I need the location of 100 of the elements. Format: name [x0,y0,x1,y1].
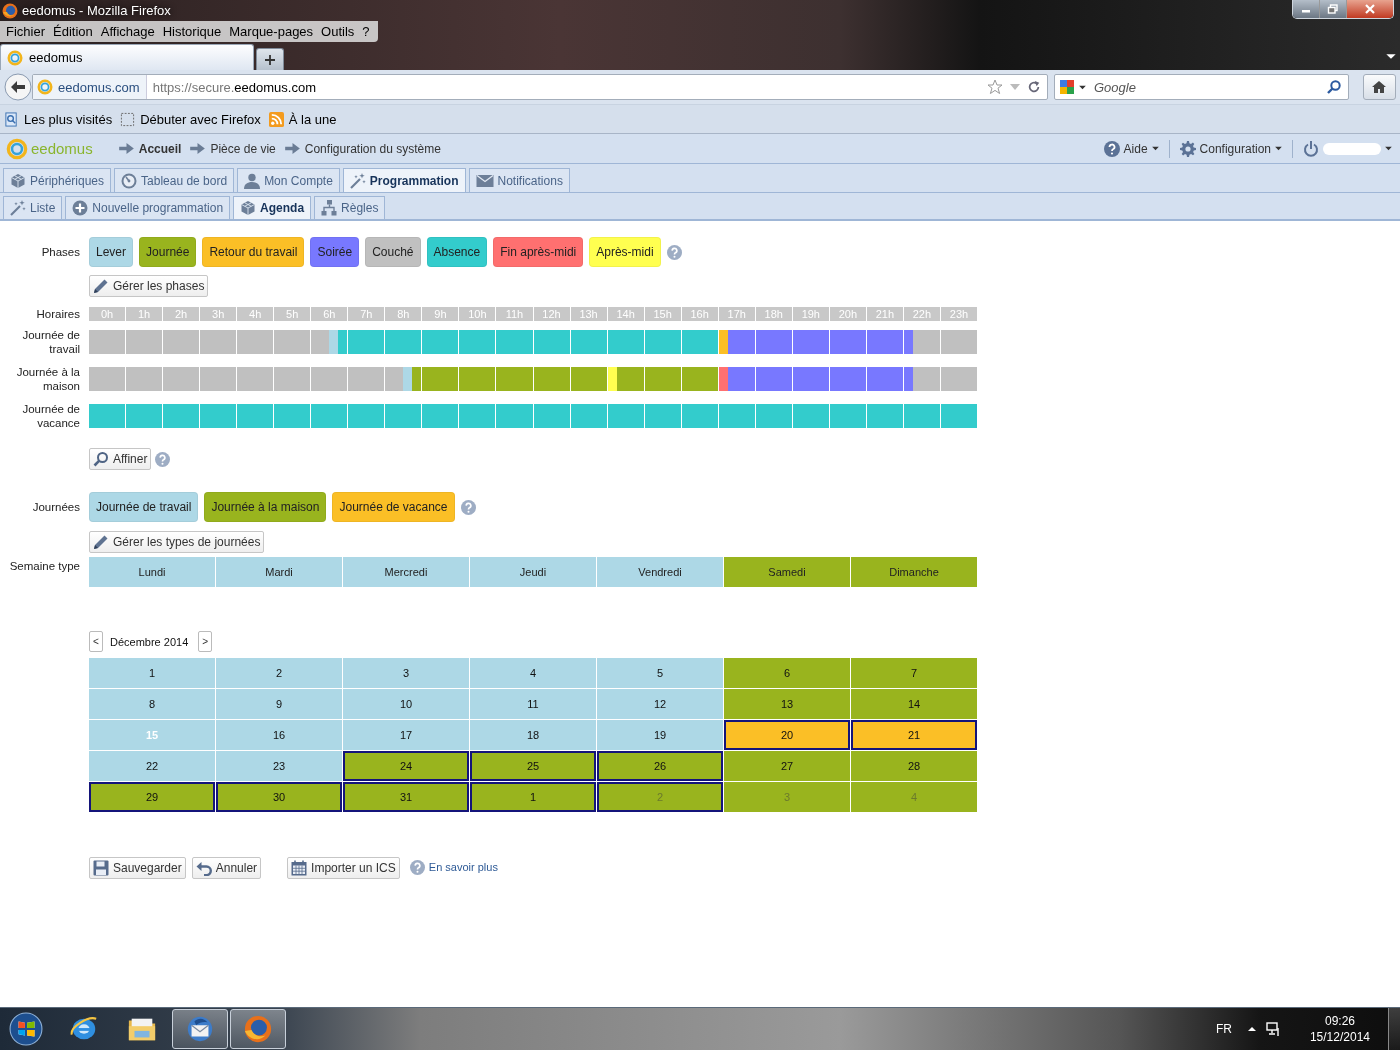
time-slot[interactable] [903,367,913,391]
time-slot[interactable] [681,404,691,428]
time-slot[interactable] [644,404,654,428]
calendar-day[interactable]: 30 [216,782,342,812]
calendar-day[interactable]: 18 [470,720,596,750]
back-button[interactable] [4,73,32,101]
tab-list-icon[interactable] [1386,53,1396,60]
time-slot[interactable] [153,330,163,354]
calendar-day[interactable]: 5 [597,658,723,688]
search-icon[interactable] [1325,79,1342,95]
bookmark-link[interactable]: À la une [268,111,337,127]
search-engine-icon[interactable] [1059,79,1075,95]
breadcrumb-link[interactable]: Configuration du système [304,141,441,156]
help-icon[interactable] [155,451,171,467]
weekday-cell[interactable]: Mercredi [343,557,469,587]
calendar-day[interactable]: 1 [470,782,596,812]
time-slot[interactable] [375,404,385,428]
tool-button[interactable]: Sauvegarder [89,857,186,879]
calendar-day[interactable]: 31 [343,782,469,812]
time-slot[interactable] [486,367,496,391]
bookmark-link[interactable]: Débuter avec Firefox [120,111,261,127]
time-slot[interactable] [718,404,728,428]
menu-item[interactable]: Affichage [96,24,159,39]
calendar-day[interactable]: 4 [470,658,596,688]
calendar-day[interactable]: 9 [216,689,342,719]
phase-chip[interactable]: Lever [89,237,134,267]
time-slot[interactable] [755,367,765,391]
time-slot[interactable] [190,367,200,391]
phase-chip[interactable]: Journée de travail [89,492,199,522]
nav-tab[interactable]: Tableau de bord [114,168,235,192]
calendar-day[interactable]: 17 [343,720,469,750]
time-slot[interactable] [264,404,274,428]
show-desktop-button[interactable] [1388,1008,1400,1050]
time-slot[interactable] [449,330,459,354]
restore-button[interactable] [1320,0,1347,18]
new-tab-button[interactable] [256,48,284,70]
breadcrumb-link[interactable]: Pièce de vie [210,141,276,156]
weekday-cell[interactable]: Vendredi [597,557,723,587]
start-button[interactable] [6,1009,46,1049]
search-field[interactable]: Google [1054,74,1349,100]
close-button[interactable] [1347,0,1393,18]
time-slot[interactable] [792,330,802,354]
clock-date[interactable]: 15/12/2014 [1309,1029,1370,1045]
calendar-day[interactable]: 22 [89,751,215,781]
time-slot[interactable] [412,367,422,391]
phase-chip[interactable]: Absence [426,237,488,267]
time-slot[interactable] [727,330,737,354]
calendar-day[interactable]: 12 [597,689,723,719]
time-slot[interactable] [153,404,163,428]
time-slot[interactable] [912,367,922,391]
time-slot[interactable] [375,367,385,391]
phase-chip[interactable]: Retour du travail [202,237,305,267]
time-slot[interactable] [301,404,311,428]
time-slot[interactable] [190,404,200,428]
user-menu-button[interactable] [1303,140,1392,157]
time-slot[interactable] [792,367,802,391]
time-slot[interactable] [116,330,126,354]
time-slot[interactable] [681,367,691,391]
calendar-day[interactable]: 28 [851,751,977,781]
time-slot[interactable] [903,330,913,354]
calendar-day[interactable]: 1 [89,658,215,688]
calendar-day[interactable]: 29 [89,782,215,812]
calendar-day[interactable]: 10 [343,689,469,719]
calendar-day[interactable]: 23 [216,751,342,781]
calendar-day[interactable]: 25 [470,751,596,781]
time-slot[interactable] [227,330,237,354]
tool-button[interactable]: Affiner [89,448,152,470]
time-slot[interactable] [829,404,839,428]
time-slot[interactable] [338,330,348,354]
menu-item[interactable]: Historique [158,24,226,39]
phase-chip[interactable]: Après-midi [589,237,661,267]
language-indicator[interactable]: FR [1215,1022,1232,1036]
time-slot[interactable] [940,404,950,428]
dropdown-icon[interactable] [1009,83,1021,91]
time-slot[interactable] [227,404,237,428]
time-slot[interactable] [449,404,459,428]
taskbar-app-button[interactable] [172,1009,228,1049]
calendar-day[interactable]: 8 [89,689,215,719]
previous-month-button[interactable]: < [89,631,103,652]
time-slot[interactable] [533,367,543,391]
calendar-day[interactable]: 16 [216,720,342,750]
time-slot[interactable] [940,330,950,354]
time-slot[interactable] [116,404,126,428]
time-slot[interactable] [607,330,617,354]
time-slot[interactable] [912,330,922,354]
address-bar[interactable]: eedomus.com https://secure.eedomus.com [32,74,1048,100]
time-slot[interactable] [301,367,311,391]
menu-item[interactable]: Marque-pages [225,24,318,39]
time-slot[interactable] [616,367,626,391]
site-identity-button[interactable]: eedomus.com [33,75,147,99]
weekday-cell[interactable]: Dimanche [851,557,977,587]
tray-expand-icon[interactable] [1247,1026,1256,1032]
weekday-cell[interactable]: Jeudi [470,557,596,587]
sub-tab[interactable]: Liste [3,196,63,219]
bookmark-link[interactable]: Les plus visités [4,111,113,127]
phase-chip[interactable]: Soirée [310,237,360,267]
sub-tab[interactable]: Règles [314,196,386,219]
time-slot[interactable] [681,330,691,354]
calendar-day[interactable]: 13 [724,689,850,719]
weekday-cell[interactable]: Mardi [216,557,342,587]
